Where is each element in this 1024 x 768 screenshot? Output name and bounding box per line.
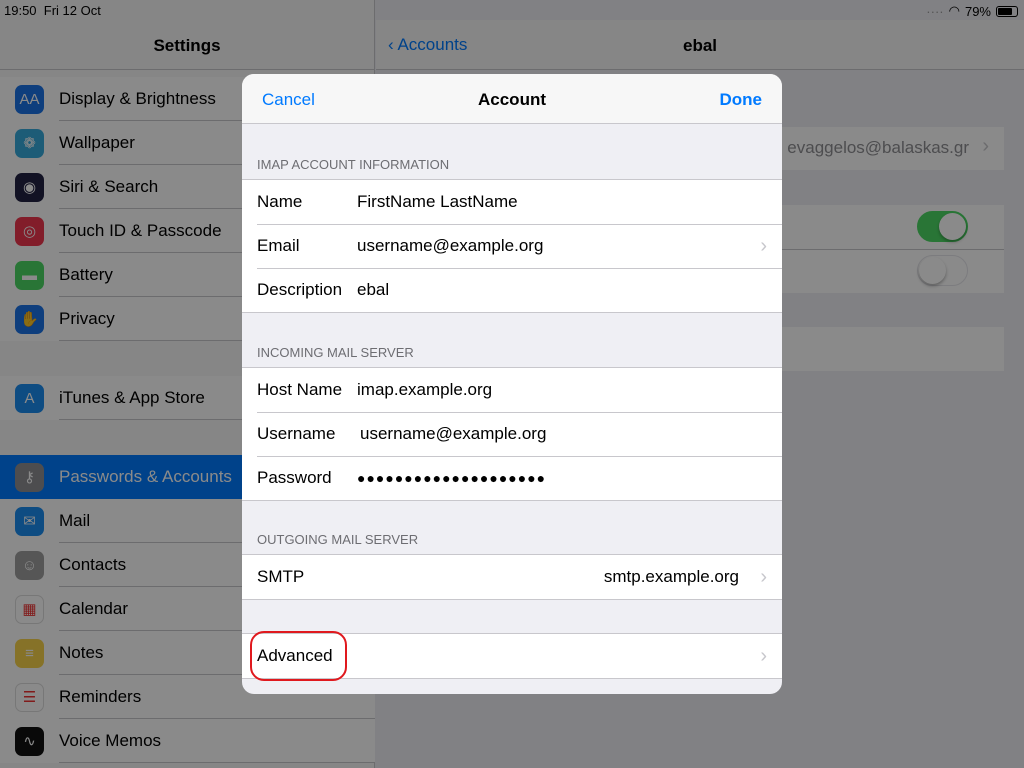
smtp-label: SMTP xyxy=(257,567,305,586)
wifi-icon: ◠ xyxy=(948,3,960,18)
password-field[interactable]: ●●●●●●●●●●●●●●●●●●●● xyxy=(357,470,546,486)
highlight-ring xyxy=(250,631,347,681)
battery-icon xyxy=(996,5,1018,17)
description-label: Description xyxy=(257,280,343,299)
outgoing-group: SMTP smtp.example.org › xyxy=(242,554,782,600)
description-row[interactable]: Description ebal xyxy=(242,268,782,312)
section-header-imap: IMAP ACCOUNT INFORMATION xyxy=(257,157,450,172)
name-row[interactable]: Name FirstName LastName xyxy=(242,180,782,224)
username-label: Username xyxy=(257,424,336,443)
imap-group: Name FirstName LastName Email username@exa… xyxy=(242,179,782,313)
status-date: Fri 12 Oct xyxy=(43,3,101,18)
status-bar: 19:50 Fri 12 Oct ···· ◠ 79% xyxy=(0,0,1024,20)
incoming-group: Host Name imap.example.org Username userna… xyxy=(242,367,782,501)
signal-icon: ···· xyxy=(926,3,944,19)
description-field[interactable]: ebal xyxy=(357,280,389,300)
chevron-right-icon: › xyxy=(760,234,767,257)
email-value: username@example.org xyxy=(357,236,544,255)
chevron-right-icon: › xyxy=(760,644,767,667)
host-row[interactable]: Host Name imap.example.org xyxy=(242,368,782,412)
smtp-value: smtp.example.org xyxy=(603,567,739,586)
chevron-right-icon: › xyxy=(760,565,767,588)
name-label: Name xyxy=(257,192,303,211)
host-field[interactable]: imap.example.org xyxy=(357,380,492,400)
done-button[interactable]: Done xyxy=(720,90,763,110)
host-label: Host Name xyxy=(257,380,343,399)
username-field[interactable]: username@example.org xyxy=(360,424,546,444)
password-row[interactable]: Password ●●●●●●●●●●●●●●●●●●●● xyxy=(242,456,782,500)
status-time: 19:50 xyxy=(4,3,37,18)
battery-percent: 79% xyxy=(964,3,991,19)
section-header-incoming: INCOMING MAIL SERVER xyxy=(257,345,414,360)
email-label: Email xyxy=(257,236,300,255)
modal-title: Account xyxy=(478,90,546,109)
account-modal: Cancel Account Done IMAP ACCOUNT INFORMA… xyxy=(242,74,782,694)
name-field[interactable]: FirstName LastName xyxy=(357,192,518,212)
username-row[interactable]: Username username@example.org xyxy=(242,412,782,456)
smtp-row[interactable]: SMTP smtp.example.org › xyxy=(242,555,782,599)
password-label: Password xyxy=(257,468,332,487)
section-header-outgoing: OUTGOING MAIL SERVER xyxy=(257,532,419,547)
email-row[interactable]: Email username@example.org › xyxy=(242,224,782,268)
modal-header: Cancel Account Done xyxy=(242,74,782,124)
